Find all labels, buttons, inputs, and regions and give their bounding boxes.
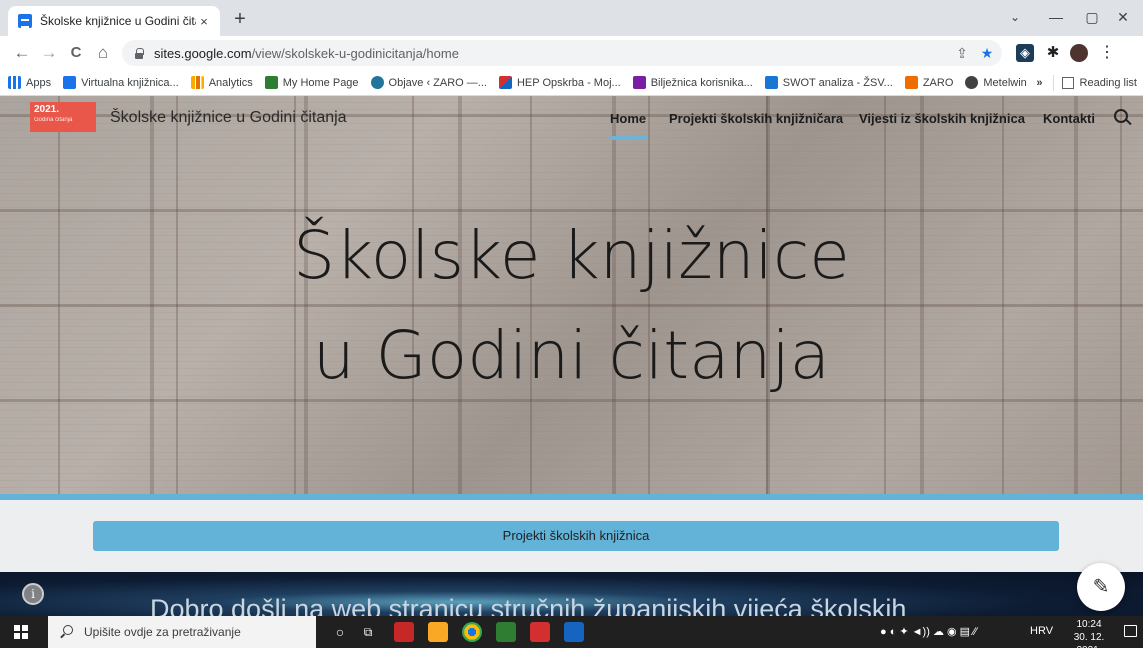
browser-tab[interactable]: Školske knjižnice u Godini čitanja × [8,6,220,36]
edit-pencil-button[interactable]: ✎ [1077,563,1125,611]
content-section: Projekti školskih knjižnica [0,500,1143,572]
hero-title: Školske knjižnice u Godini čitanja [0,206,1143,406]
browser-toolbar: ← → C ⌂ sites.google.com/view/skolskek-u… [0,36,1143,70]
bookmark-hep[interactable]: HEP Opskrba - Moj... [498,76,621,89]
sites-favicon-icon [18,14,32,28]
clock[interactable]: 10:24 30. 12. 2021. [1062,618,1116,657]
tray-icons[interactable]: ● ◐ ✦ ◄)) ☁ ◉ ▤ ∕∕ [880,625,977,638]
welcome-heading: Dobro došli na web stranicu stručnih žup… [150,594,907,616]
nav-kontakti[interactable]: Kontakti [1043,111,1095,126]
close-window-button[interactable]: ✕ [1103,4,1143,30]
logo-subtitle: Godina čitanja [34,117,73,123]
bookmark-swot[interactable]: SWOT analiza - ŽSV... [764,76,893,89]
active-nav-indicator [609,136,647,140]
bookmarks-bar: Apps Virtualna knjižnica... Analytics My… [0,70,1143,96]
search-icon[interactable] [1112,107,1134,129]
word-icon[interactable] [564,622,584,642]
home-page-icon [264,76,278,89]
search-icon [60,625,74,639]
site-header: 2021. Godina čitanja Školske knjižnice u… [0,96,1143,146]
popcorn-app-icon[interactable] [394,622,414,642]
new-tab-button[interactable]: + [228,8,252,32]
clock-time: 10:24 [1076,619,1102,630]
site-title[interactable]: Školske knjižnice u Godini čitanja [110,109,347,127]
cortana-icon[interactable]: ○ [330,622,350,642]
bookmark-biljeznica[interactable]: Bilježnica korisnika... [632,76,753,89]
bookmark-metelwin[interactable]: Metelwin [965,76,1027,89]
logo-year: 2021. [34,104,60,115]
taskbar-search-input[interactable]: Upišite ovdje za pretraživanje [48,616,316,648]
nav-vijesti[interactable]: Vijesti iz školskih knjižnica [859,111,1025,126]
apps-grid-icon [8,76,21,89]
minimize-button[interactable]: — [1036,4,1076,30]
projekti-button[interactable]: Projekti školskih knjižnica [93,521,1059,551]
sites-icon [63,76,77,89]
divider [1052,75,1054,91]
welcome-section: Dobro došli na web stranicu stručnih žup… [0,572,1143,616]
share-icon[interactable]: ⇪ [952,43,972,63]
nav-home[interactable]: Home [610,111,646,126]
profile-avatar[interactable] [1070,44,1088,62]
hero-banner: Školske knjižnice u Godini čitanja [0,96,1143,494]
language-indicator[interactable]: HRV [1030,625,1053,637]
taskbar-search-placeholder: Upišite ovdje za pretraživanje [84,625,241,639]
hep-icon [498,76,512,89]
lock-icon[interactable] [134,47,144,59]
notification-icon[interactable] [1124,625,1137,637]
hero-title-line1: Školske knjižnice [293,217,850,294]
back-button[interactable]: ← [10,41,34,65]
onenote-icon [632,76,646,89]
zaro-icon [904,76,918,89]
windows-start-icon[interactable] [14,625,28,639]
url-path: /view/skolskek-u-godinicitanja/home [251,45,459,61]
home-button[interactable]: ⌂ [91,41,115,65]
metelwin-icon [965,76,979,89]
forms-icon [764,76,778,89]
file-explorer-icon[interactable] [428,622,448,642]
bookmark-star-icon[interactable]: ★ [977,43,997,63]
hero-title-line2: u Godini čitanja [312,317,831,394]
task-view-icon[interactable]: ⧉ [358,622,378,642]
tab-title: Školske knjižnice u Godini čitanja [40,14,196,28]
reading-list-button[interactable]: Reading list [1080,77,1137,89]
bookmark-zaro[interactable]: ZARO [904,76,953,89]
bookmark-virtualna[interactable]: Virtualna knjižnica... [63,76,179,89]
extensions-puzzle-icon[interactable]: ✱ [1044,44,1062,62]
browser-menu-icon[interactable]: ⋮ [1098,44,1116,62]
forward-button[interactable]: → [37,41,61,65]
address-bar[interactable]: sites.google.com/view/skolskek-u-godinic… [122,40,1002,66]
clock-date: 30. 12. 2021. [1073,632,1105,656]
analytics-icon [190,76,204,89]
taskbar: Upišite ovdje za pretraživanje ○ ⧉ ● ◐ ✦… [0,616,1143,656]
wordpress-icon [370,76,384,89]
tab-close-icon[interactable]: × [196,14,212,29]
extension-icon[interactable]: ◈ [1016,44,1034,62]
reload-button[interactable]: C [64,41,88,65]
bookmark-objave-zaro[interactable]: Objave ‹ ZARO —... [370,76,487,89]
more-bookmarks-button[interactable]: » [1036,77,1042,89]
acrobat-icon[interactable] [530,622,550,642]
info-icon[interactable]: i [22,583,44,605]
excel-icon[interactable] [496,622,516,642]
bookmark-analytics[interactable]: Analytics [190,76,253,89]
bookmark-apps[interactable]: Apps [8,76,51,89]
bookmark-my-home-page[interactable]: My Home Page [264,76,359,89]
reading-list-icon[interactable] [1061,77,1074,89]
tab-search-icon[interactable]: ⌄ [995,4,1035,30]
nav-projekti[interactable]: Projekti školskih knjižničara [669,111,843,126]
site-logo[interactable]: 2021. Godina čitanja [30,102,96,132]
chrome-icon[interactable] [462,622,482,642]
tab-strip: Školske knjižnice u Godini čitanja × + ⌄… [0,0,1143,36]
url-host: sites.google.com [154,45,252,61]
